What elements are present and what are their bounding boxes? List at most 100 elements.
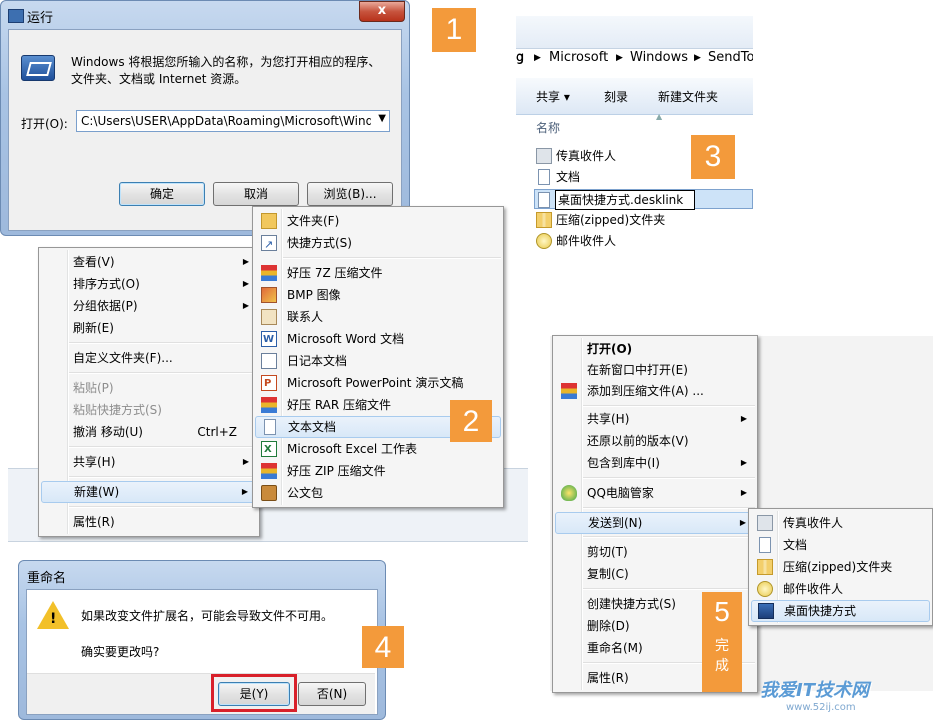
menu-item-view[interactable]: 查看(V) ▶	[41, 251, 257, 273]
run-dialog-title: 运行	[27, 11, 54, 26]
open-input[interactable]: C:\Users\USER\AppData\Roaming\Microsoft\…	[81, 114, 371, 128]
chevron-right-icon: ▶	[242, 257, 249, 266]
new-zip-item[interactable]: 好压 ZIP 压缩文件	[255, 460, 501, 482]
menu-item-qq-manager[interactable]: QQ电脑管家 ▶	[555, 482, 755, 504]
desktop-context-menu: 查看(V) ▶ 排序方式(O) ▶ 分组依据(P) ▶ 刷新(E) 自定义文件夹(F)…	[38, 247, 260, 537]
rename-input[interactable]: 桌面快捷方式.desklink	[555, 190, 695, 210]
explorer-toolbar: 共享 ▾ 刻录 新建文件夹	[516, 78, 753, 115]
sendto-fax-item[interactable]: 传真收件人	[751, 512, 930, 534]
menu-item-paste-shortcut: 粘贴快捷方式(S)	[73, 403, 162, 417]
text-doc-icon	[538, 192, 550, 208]
close-button[interactable]: x	[359, 1, 405, 22]
rename-message: 如果改变文件扩展名，可能会导致文件不可用。	[81, 609, 334, 623]
menu-item-cut[interactable]: 剪切(T)	[555, 541, 755, 563]
cancel-button[interactable]: 取消	[213, 182, 299, 206]
no-button[interactable]: 否(N)	[298, 682, 366, 706]
sendto-mail-item[interactable]: 邮件收件人	[751, 578, 930, 600]
open-combobox[interactable]: C:\Users\USER\AppData\Roaming\Microsoft\…	[76, 110, 390, 132]
breadcrumb-item[interactable]: g	[516, 50, 524, 65]
menu-item-customize-folder[interactable]: 自定义文件夹(F)...	[41, 347, 257, 369]
menu-item-include-library[interactable]: 包含到库中(I) ▶	[555, 452, 755, 474]
briefcase-icon	[261, 485, 277, 501]
watermark-logo: 我爱IT技术网 www.52ij.com	[760, 680, 869, 713]
open-label: 打开(O):	[21, 117, 68, 131]
chevron-right-icon: ▶	[241, 487, 248, 496]
new-journal-item[interactable]: 日记本文档	[255, 350, 501, 372]
menu-item-copy[interactable]: 复制(C)	[555, 563, 755, 585]
step-badge-4: 4	[362, 626, 404, 668]
chevron-right-icon: ▶	[740, 488, 747, 497]
chevron-right-icon: ▶	[242, 457, 249, 466]
sendto-zip-item[interactable]: 压缩(zipped)文件夹	[751, 556, 930, 578]
new-folder-item[interactable]: 文件夹(F)	[255, 210, 501, 232]
menu-item-group[interactable]: 分组依据(P) ▶	[41, 295, 257, 317]
ok-button[interactable]: 确定	[119, 182, 205, 206]
chevron-right-icon: ▶	[242, 301, 249, 310]
new-shortcut-item[interactable]: ↗ 快捷方式(S)	[255, 232, 501, 254]
mail-icon	[536, 233, 552, 249]
menu-item-share[interactable]: 共享(H) ▶	[555, 408, 755, 430]
text-doc-icon	[264, 419, 276, 435]
menu-item-paste: 粘贴(P)	[73, 381, 114, 395]
list-item-selected[interactable]: 桌面快捷方式.desklink	[534, 189, 753, 210]
breadcrumb: g ▶ Microsoft ▶ Windows ▶ SendTo	[516, 50, 753, 70]
rename-dialog-title: 重命名	[27, 571, 67, 586]
chevron-down-icon[interactable]: ▼	[378, 113, 386, 124]
powerpoint-icon: P	[261, 375, 277, 391]
new-7z-item[interactable]: 好压 7Z 压缩文件	[255, 262, 501, 284]
new-word-item[interactable]: W Microsoft Word 文档	[255, 328, 501, 350]
document-icon	[759, 537, 771, 553]
contact-icon	[261, 309, 277, 325]
menu-item-undo-move[interactable]: 撤消 移动(U) Ctrl+Z	[41, 421, 257, 443]
sort-arrow-icon: ▲	[656, 112, 663, 121]
sendto-documents-item[interactable]: 文档	[751, 534, 930, 556]
chevron-right-icon[interactable]: ▶	[616, 53, 623, 63]
menu-item-share[interactable]: 共享(H) ▶	[41, 451, 257, 473]
archive-icon	[561, 383, 577, 399]
chevron-right-icon[interactable]: ▶	[534, 53, 541, 63]
burn-button[interactable]: 刻录	[604, 88, 628, 105]
step-badge-2: 2	[450, 400, 492, 442]
run-description: Windows 将根据您所输入的名称，为您打开相应的程序、文件夹、文档或 Int…	[71, 55, 381, 86]
chevron-right-icon: ▶	[740, 458, 747, 467]
new-bmp-item[interactable]: BMP 图像	[255, 284, 501, 306]
browse-button[interactable]: 浏览(B)...	[307, 182, 393, 206]
fax-icon	[757, 515, 773, 531]
menu-item-refresh[interactable]: 刷新(E)	[41, 317, 257, 339]
chevron-right-icon: ▶	[739, 518, 746, 527]
menu-item-new[interactable]: 新建(W) ▶	[41, 481, 257, 503]
excel-icon: X	[261, 441, 277, 457]
yes-button[interactable]: 是(Y)	[218, 682, 290, 706]
shortcut-icon: ↗	[261, 235, 277, 251]
menu-item-sort[interactable]: 排序方式(O) ▶	[41, 273, 257, 295]
run-icon	[21, 55, 55, 81]
run-dialog: 运行 x Windows 将根据您所输入的名称，为您打开相应的程序、文件夹、文档…	[0, 0, 410, 236]
desktop-icon	[758, 603, 774, 619]
step-badge-3: 3	[691, 135, 735, 179]
menu-item-send-to[interactable]: 发送到(N) ▶	[555, 512, 755, 534]
breadcrumb-item[interactable]: SendTo	[708, 50, 753, 65]
menu-item-open[interactable]: 打开(O)	[555, 338, 755, 360]
new-briefcase-item[interactable]: 公文包	[255, 482, 501, 504]
new-powerpoint-item[interactable]: P Microsoft PowerPoint 演示文稿	[255, 372, 501, 394]
menu-item-open-new-window[interactable]: 在新窗口中打开(E)	[555, 359, 755, 381]
folder-icon	[261, 213, 277, 229]
menu-item-restore-versions[interactable]: 还原以前的版本(V)	[555, 430, 755, 452]
rename-question: 确实要更改吗?	[81, 645, 160, 659]
new-submenu: 文件夹(F) ↗ 快捷方式(S) 好压 7Z 压缩文件 BMP 图像 联系人 WM…	[252, 206, 504, 508]
qq-shield-icon	[561, 485, 577, 501]
zip-folder-icon	[536, 212, 552, 228]
new-folder-button[interactable]: 新建文件夹	[658, 88, 718, 105]
column-header-name[interactable]: 名称	[536, 119, 560, 136]
run-app-icon	[8, 9, 24, 23]
menu-item-add-to-archive[interactable]: 添加到压缩文件(A) ...	[555, 380, 755, 402]
step-badge-1: 1	[432, 8, 476, 52]
chevron-right-icon[interactable]: ▶	[694, 53, 701, 63]
menu-item-properties[interactable]: 属性(R)	[41, 511, 257, 533]
breadcrumb-item[interactable]: Windows	[630, 50, 688, 65]
share-menu-button[interactable]: 共享 ▾	[536, 88, 570, 105]
sendto-desktop-item[interactable]: 桌面快捷方式	[751, 600, 930, 622]
zip-folder-icon	[757, 559, 773, 575]
new-contact-item[interactable]: 联系人	[255, 306, 501, 328]
breadcrumb-item[interactable]: Microsoft	[549, 50, 608, 65]
